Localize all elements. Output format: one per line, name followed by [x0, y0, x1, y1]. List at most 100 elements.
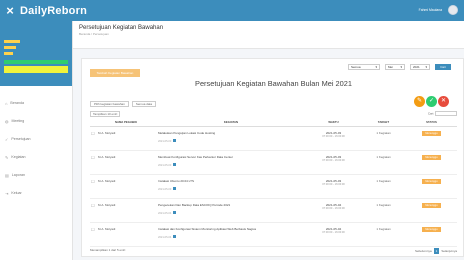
target-value: 1 Kegiatan [361, 126, 406, 151]
col-waktu[interactable]: WAKTU [306, 119, 361, 127]
select-activity-chip[interactable]: Pilih kegiatan bawahan [90, 101, 129, 107]
footer-info: Menampilkan 1 dari 5 entri [90, 248, 126, 252]
col-status[interactable]: STATUS [406, 119, 457, 127]
year-select[interactable]: 2021 ▾ [410, 64, 430, 70]
page-title: Persetujuan Kegiatan Bawahan [79, 25, 164, 31]
col-kegiatan[interactable]: KEGIATAN [156, 119, 306, 127]
activity-date: 2021-05-03 [158, 186, 306, 191]
year-value: 2021 [413, 65, 420, 69]
status-badge[interactable]: Menunggu [422, 154, 441, 160]
activity-cell: Instalasi Ubuntu 20.04 LTS 2021-05-03 [156, 174, 306, 199]
target-value: 1 Kegiatan [361, 222, 406, 247]
status-cell: Menunggu [406, 222, 457, 247]
card-heading: Persetujuan Kegiatan Bawahan Bulan Mei 2… [195, 79, 352, 88]
status-cell: Menunggu [406, 198, 457, 223]
sidebar-item-persetujuan[interactable]: ✓ Persetujuan [0, 130, 72, 148]
status-badge[interactable]: Menunggu [422, 130, 441, 136]
employee-name: M.A. Molyadi [96, 174, 156, 199]
sidebar-item-kegiatan[interactable]: ✎ Kegiatan [0, 148, 72, 166]
employee-name: M.A. Molyadi [96, 198, 156, 223]
profile-panel [0, 21, 72, 86]
approval-table: NAMA PEGAWAI KEGIATAN WAKTU TARGET STATU… [90, 119, 457, 247]
chevron-down-icon: ▾ [375, 65, 377, 69]
brand-logo[interactable]: DailyReborn [20, 5, 87, 17]
table-row[interactable]: ☐ M.A. Molyadi Instalasi Ubuntu 20.04 LT… [90, 174, 457, 199]
close-sidebar-icon[interactable]: × [0, 3, 20, 18]
status-badge[interactable]: Menunggu [422, 226, 441, 232]
activity-desc: Melakukan Pengujian Lokasi Code Hosting [158, 130, 216, 135]
table-row[interactable]: ☐ M.A. Molyadi Membuat Konfigurasi Serve… [90, 150, 457, 175]
target-value: 1 Kegiatan [361, 198, 406, 223]
profile-progress [4, 60, 68, 64]
sidebar-item-beranda[interactable]: ⌂ Beranda [0, 94, 72, 112]
status-cell: Menunggu [406, 150, 457, 175]
reject-icon[interactable]: ✕ [438, 96, 449, 107]
tag-icon [173, 210, 177, 214]
col-nama[interactable]: NAMA PEGAWAI [96, 119, 156, 127]
profile-line [4, 46, 16, 49]
time-cell: 2021-05-03 07:30:00 - 16:00:00 [306, 150, 361, 175]
table-row[interactable]: ☐ M.A. Molyadi Instalasi dan Konfigurasi… [90, 222, 457, 247]
search-button[interactable]: Cari [435, 64, 451, 70]
time-value: 07:30:00 - 16:00:00 [322, 230, 345, 234]
sidebar: ⌂ Beranda ◍ Meeting ✓ Persetujuan ✎ Kegiatan… [0, 21, 73, 260]
sidebar-item-laporan[interactable]: ▤ Laporan [0, 166, 72, 184]
activity-cell: Melakukan Pengujian Lokasi Code Hosting 2… [156, 126, 306, 151]
sidebar-item-keluar[interactable]: ⇥ Keluar [0, 184, 72, 202]
search-label: Cari: [427, 111, 435, 116]
month-select[interactable]: Mei ▾ [385, 64, 405, 70]
activity-sub: 2021-05-03 [158, 139, 172, 143]
check-icon: ✓ [5, 136, 9, 142]
home-icon: ⌂ [5, 100, 8, 106]
current-page-button[interactable]: 1 [433, 248, 440, 254]
activity-date: 2021-05-04 [158, 234, 306, 239]
activity-sub: 2021-05-04 [158, 235, 172, 239]
month-value: Mei [388, 65, 393, 69]
status-badge[interactable]: Menunggu [422, 202, 441, 208]
activity-cell: Membuat Konfigurasi Server Kas Perkantor… [156, 150, 306, 175]
time-cell: 2021-05-04 07:30:00 - 16:00:00 [306, 198, 361, 223]
chip-bar: Pilih kegiatan bawahan Semua data [90, 101, 157, 107]
page-header: Persetujuan Kegiatan Bawahan Beranda / P… [73, 21, 464, 49]
chevron-down-icon: ▾ [400, 65, 402, 69]
action-circles: ✎ ✓ ✕ [414, 96, 449, 107]
avatar[interactable] [448, 5, 458, 15]
profile-line [4, 52, 13, 55]
search-input[interactable] [435, 111, 457, 116]
content-card: Tambah Kegiatan Bawahan Semua ▾ Mei ▾ 2021… [81, 58, 464, 257]
col-target[interactable]: TARGET [361, 119, 406, 127]
time-value: 07:30:00 - 16:00:00 [322, 158, 345, 162]
activity-date: 2021-05-03 [158, 138, 306, 143]
tag-icon [173, 162, 177, 166]
table-row[interactable]: ☐ M.A. Molyadi Melakukan Pengujian Lokas… [90, 126, 457, 151]
employee-name: M.A. Molyadi [96, 150, 156, 175]
time-value: 07:30:00 - 16:00:00 [322, 182, 345, 186]
table-controls: Tampilkan 10 entri Cari: [90, 111, 457, 117]
top-navbar: × DailyReborn Fahmi Maulana [0, 0, 464, 21]
pagination: Sebelumnya 1 Selanjutnya [415, 248, 457, 254]
status-badge[interactable]: Menunggu [422, 178, 441, 184]
activity-date: 2021-05-03 [158, 162, 306, 167]
time-value: 07:30:00 - 16:00:00 [322, 206, 345, 210]
table-row[interactable]: ☐ M.A. Molyadi Pengecekan Dan Backup Dat… [90, 198, 457, 223]
tag-icon [173, 138, 177, 142]
activity-sub: 2021-05-04 [158, 211, 172, 215]
sidebar-item-label: Persetujuan [11, 137, 31, 141]
next-page-button[interactable]: Selanjutnya [441, 249, 457, 253]
activity-desc: Instalasi dan Konfigurasi Sistem Monitor… [158, 226, 257, 231]
add-activity-button[interactable]: Tambah Kegiatan Bawahan [90, 69, 140, 77]
show-entries-select[interactable]: Tampilkan 10 entri [90, 111, 121, 117]
activity-sub: 2021-05-03 [158, 187, 172, 191]
activity-desc: Instalasi Ubuntu 20.04 LTS [158, 178, 194, 183]
activity-cell: Pengecekan Dan Backup Data ESCOIQ Period… [156, 198, 306, 223]
sidebar-item-label: Kegiatan [11, 155, 26, 159]
edit-icon[interactable]: ✎ [414, 96, 425, 107]
prev-page-button[interactable]: Sebelumnya [415, 249, 432, 253]
sidebar-item-meeting[interactable]: ◍ Meeting [0, 112, 72, 130]
status-select[interactable]: Semua ▾ [348, 64, 380, 70]
approve-icon[interactable]: ✓ [426, 96, 437, 107]
status-value: Semua [351, 65, 361, 69]
table-search: Cari: [428, 111, 457, 117]
all-data-chip[interactable]: Semua data [131, 101, 157, 107]
user-name[interactable]: Fahmi Maulana [419, 8, 442, 12]
